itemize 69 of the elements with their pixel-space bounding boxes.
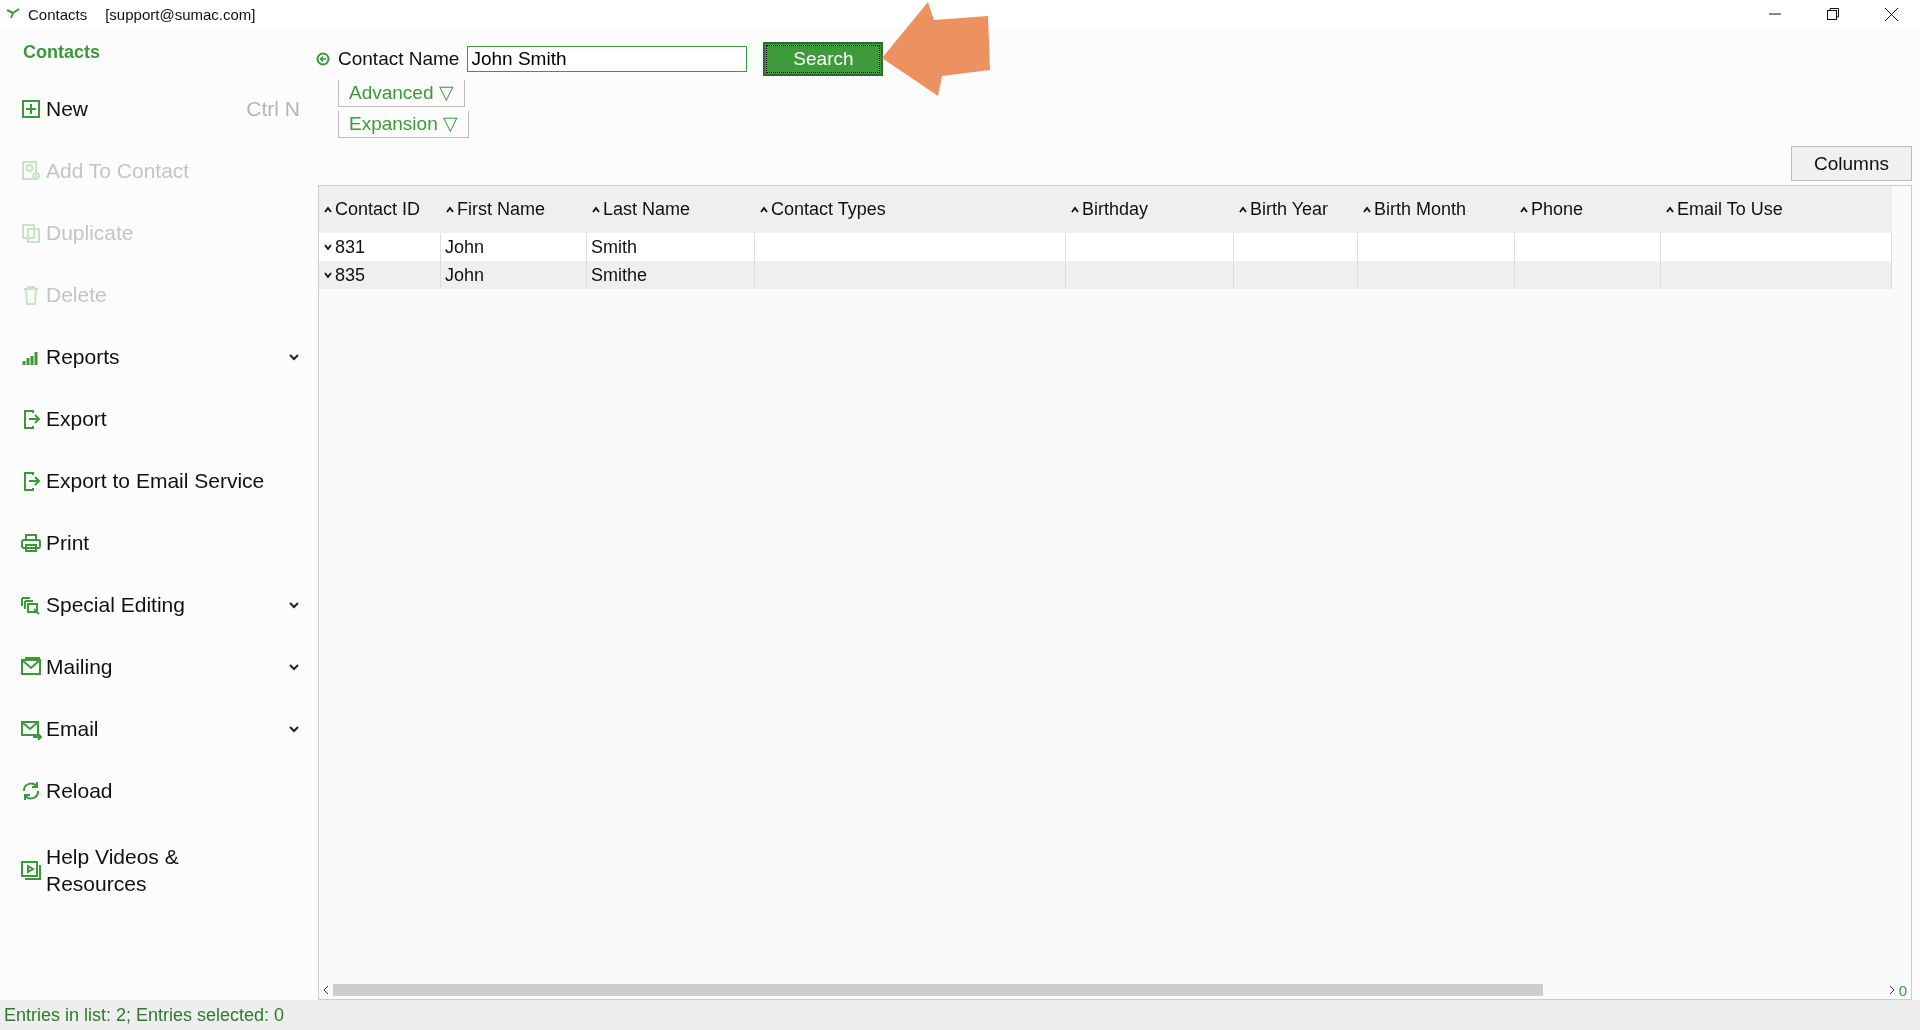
column-header[interactable]: Last Name [587,186,755,233]
refresh-icon [20,780,42,802]
section-toggle[interactable]: Advanced ▽ [338,80,465,107]
sidebar-item[interactable]: Help Videos & Resources [0,822,316,918]
search-button[interactable]: Search [763,42,884,76]
expand-caret-icon [323,271,333,279]
sidebar-title: Contacts [22,42,101,64]
scroll-left-icon[interactable] [323,985,329,995]
chevron-down-icon [288,353,300,361]
sort-caret-icon [1665,205,1675,214]
copy-icon [20,222,42,244]
sort-caret-icon [323,205,333,214]
window-title: Contacts [28,5,88,23]
envelope-arrow-icon [20,718,42,740]
sidebar-item[interactable]: Reload [0,760,316,822]
table-cell: 835 [319,261,441,289]
sidebar-item[interactable]: Export [0,388,316,450]
restore-icon[interactable] [1827,8,1839,20]
sort-caret-icon [591,205,601,214]
chevron-down-icon [288,601,300,609]
column-header[interactable]: Contact ID [319,186,441,233]
columns-button[interactable]: Columns [1791,146,1912,181]
sidebar-item[interactable]: New Ctrl N [0,78,316,140]
sidebar-item[interactable]: Reports [0,326,316,388]
sidebar-item[interactable]: Email [0,698,316,760]
sort-caret-icon [1238,205,1248,214]
sort-caret-icon [1362,205,1372,214]
column-header[interactable]: Phone [1515,186,1661,233]
table-cell: John [441,261,587,289]
scroll-right-icon[interactable] [1888,985,1895,995]
printer-icon [20,532,42,554]
column-header[interactable]: Birthday [1066,186,1234,233]
expand-caret-icon [323,243,333,251]
envelope-icon [20,656,42,678]
video-icon [20,859,42,881]
chevron-down-icon [288,725,300,733]
person-card-icon [20,160,42,182]
chevron-down-icon [288,663,300,671]
table-cell: 831 [319,233,441,261]
scroll-counter: 0 [1898,981,1907,999]
pointing-arrow-icon [880,0,992,98]
sort-caret-icon [445,205,455,214]
sort-caret-icon [759,205,769,214]
sidebar-item[interactable]: Print [0,512,316,574]
contact-name-field[interactable]: John Smith [467,46,748,72]
column-header[interactable]: First Name [441,186,587,233]
circle-arrow-icon[interactable] [316,52,330,66]
sort-caret-icon [1519,205,1529,214]
stacked-cursor-icon [20,594,42,616]
scrollbar-thumb[interactable] [333,984,1544,996]
table-cell: John [441,233,587,261]
contact-name-label: Contact Name [338,48,460,70]
column-header[interactable]: Birth Year [1234,186,1358,233]
column-header[interactable]: Birth Month [1358,186,1515,233]
column-header[interactable]: Contact Types [755,186,1066,233]
shortcut-label: Ctrl N [246,97,300,121]
sidebar-item[interactable]: Mailing [0,636,316,698]
sort-caret-icon [1070,205,1080,214]
table-cell: Smithe [587,261,755,289]
status-bar: Entries in list: 2; Entries selected: 0 [0,1000,1920,1030]
table-cell: Smith [587,233,755,261]
plus-box-icon [20,98,42,120]
close-icon[interactable] [1884,7,1898,21]
app-logo-icon [6,8,20,20]
section-toggle[interactable]: Expansion ▽ [338,111,469,138]
account-email: [support@sumac.com] [105,5,256,23]
sidebar-item[interactable]: Export to Email Service [0,450,316,512]
column-header[interactable]: Email To Use [1661,186,1892,233]
sidebar-item[interactable]: Special Editing [0,574,316,636]
